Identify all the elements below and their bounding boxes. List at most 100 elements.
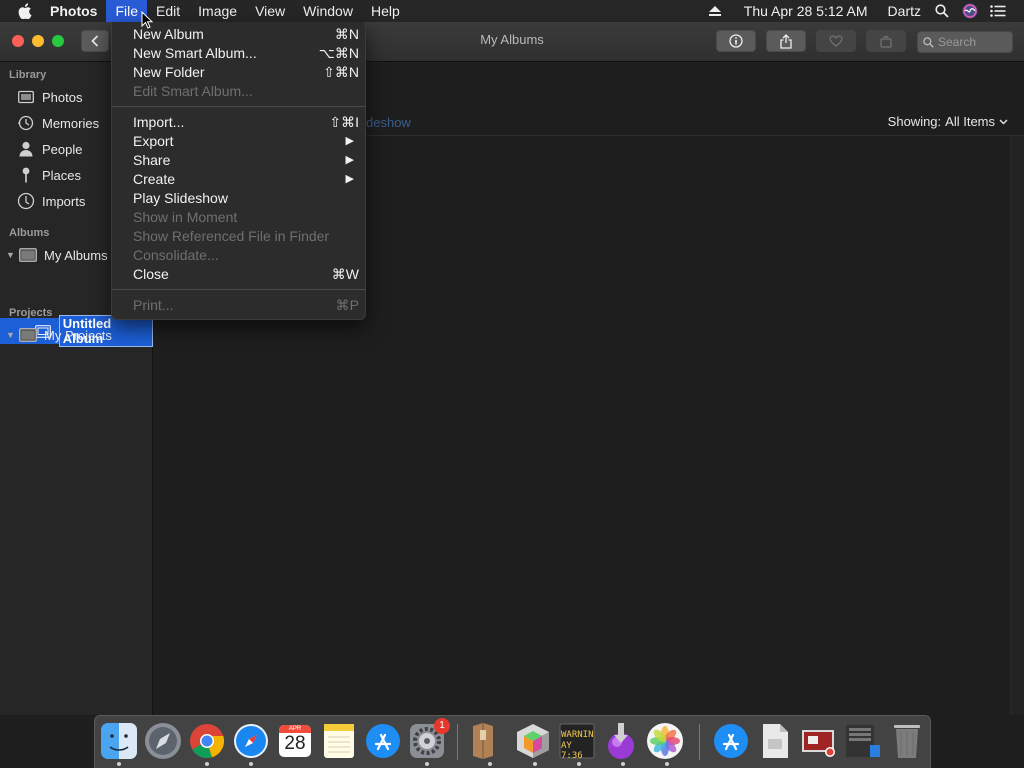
- menu-item-new-smart-album[interactable]: New Smart Album... ⌥⌘N: [112, 44, 365, 63]
- search-input[interactable]: [938, 35, 1008, 49]
- apple-menu[interactable]: [0, 0, 44, 22]
- dock-system-preferences[interactable]: 1: [407, 718, 450, 761]
- menu-separator: [112, 289, 365, 290]
- eject-icon[interactable]: [701, 0, 729, 22]
- menu-help[interactable]: Help: [362, 0, 409, 22]
- menu-item-shortcut: ⇧⌘I: [329, 114, 359, 130]
- showing-label: Showing:: [887, 114, 942, 129]
- notes-icon: [324, 724, 354, 758]
- dock-app-store-downloads[interactable]: [711, 721, 751, 761]
- menu-item-close[interactable]: Close ⌘W: [112, 265, 365, 284]
- running-indicator: [488, 762, 492, 766]
- albums-header: Albums: [9, 227, 50, 239]
- file-menu-dropdown: New Album ⌘N New Smart Album... ⌥⌘N New …: [111, 22, 366, 320]
- dock-photos-import[interactable]: [601, 721, 641, 761]
- sidebar-item-label: Photos: [42, 89, 83, 105]
- dock-console[interactable]: WARNIN AY 7:36: [557, 721, 597, 761]
- disclosure-triangle-icon[interactable]: ▼: [6, 330, 16, 340]
- folder-icon: [18, 325, 38, 345]
- dock-downloads-stack[interactable]: [843, 721, 883, 761]
- menu-item-share[interactable]: Share ▶: [112, 151, 365, 170]
- menu-item-label: Export: [133, 133, 174, 149]
- launchpad-icon: [145, 723, 181, 759]
- menu-item-import[interactable]: Import... ⇧⌘I: [112, 113, 365, 132]
- mouse-cursor-icon: [141, 11, 153, 29]
- scrollbar-track[interactable]: [1010, 136, 1024, 715]
- calendar-month: APR: [288, 726, 302, 732]
- menu-item-label: Share: [133, 152, 171, 168]
- showing-filter[interactable]: Showing: All Items: [888, 114, 1008, 129]
- sidebar-item-label: My Projects: [44, 327, 112, 343]
- menu-item-create[interactable]: Create ▶: [112, 170, 365, 189]
- dock-app-store[interactable]: [363, 721, 403, 761]
- screenshot-stack-icon: [802, 730, 835, 757]
- submenu-arrow-icon: ▶: [345, 173, 354, 185]
- menu-separator: [112, 106, 365, 107]
- menu-image[interactable]: Image: [189, 0, 246, 22]
- people-icon: [16, 139, 36, 159]
- notification-badge: 1: [434, 718, 450, 734]
- menu-edit[interactable]: Edit: [147, 0, 189, 22]
- menubar-clock[interactable]: Thu Apr 28 5:12 AM: [737, 0, 875, 22]
- favorite-button[interactable]: [816, 30, 856, 52]
- menubar-user[interactable]: Dartz: [881, 0, 928, 22]
- dock-archive-utility[interactable]: [463, 721, 503, 761]
- memories-icon: [16, 113, 36, 133]
- dock-notes[interactable]: [319, 721, 359, 761]
- running-indicator: [577, 762, 581, 766]
- menu-bar: Photos File Edit Image View Window Help …: [0, 0, 1024, 22]
- dock-safari[interactable]: [231, 721, 271, 761]
- menu-item-label: Show Referenced File in Finder: [133, 228, 330, 244]
- showing-value[interactable]: All Items: [945, 114, 995, 129]
- menu-window[interactable]: Window: [294, 0, 362, 22]
- photos-flower-icon: [647, 723, 683, 759]
- spotlight-search-icon[interactable]: [928, 0, 956, 22]
- siri-icon[interactable]: [956, 0, 984, 22]
- sidebar-item-label: People: [42, 141, 83, 157]
- minimize-window-button[interactable]: [32, 35, 44, 47]
- dock: APR 28 1 WARNIN AY 7:36: [94, 715, 931, 768]
- dock-separator: [457, 724, 458, 760]
- menu-item-label: Edit Smart Album...: [133, 83, 253, 99]
- folder-stack-icon: [846, 725, 880, 757]
- zoom-window-button[interactable]: [52, 35, 64, 47]
- app-menu-photos[interactable]: Photos: [44, 0, 106, 22]
- menu-item-play-slideshow[interactable]: Play Slideshow: [112, 189, 365, 208]
- dock-trash[interactable]: [887, 721, 927, 761]
- menu-item-shortcut: ⌥⌘N: [318, 45, 359, 61]
- photos-icon: [16, 87, 36, 107]
- menu-item-show-referenced-file: Show Referenced File in Finder: [112, 227, 365, 246]
- dock-finder[interactable]: [99, 721, 139, 761]
- library-header: Library: [9, 69, 47, 81]
- close-window-button[interactable]: [12, 35, 24, 47]
- dock-screenshot-stack[interactable]: [799, 721, 839, 761]
- menu-item-shortcut: ⌘W: [331, 266, 359, 282]
- menu-item-new-folder[interactable]: New Folder ⇧⌘N: [112, 63, 365, 82]
- dock-chrome[interactable]: [187, 721, 227, 761]
- dock-document[interactable]: [755, 721, 795, 761]
- safari-icon: [234, 724, 268, 758]
- menu-item-label: New Folder: [133, 64, 205, 80]
- menu-view[interactable]: View: [246, 0, 294, 22]
- search-icon: [923, 36, 934, 48]
- dock-color-sync[interactable]: [513, 721, 553, 761]
- sidebar-item-my-projects[interactable]: ▼ My Projects: [0, 322, 153, 348]
- dock-separator: [699, 724, 700, 760]
- sidebar-item-label: Places: [42, 167, 82, 183]
- running-indicator: [117, 762, 121, 766]
- info-button[interactable]: [716, 30, 756, 52]
- dock-calendar[interactable]: APR 28: [275, 721, 315, 761]
- notification-center-icon[interactable]: [984, 0, 1012, 22]
- search-field[interactable]: [917, 31, 1013, 53]
- dock-launchpad[interactable]: [143, 721, 183, 761]
- share-button[interactable]: [766, 30, 806, 52]
- color-cube-icon: [517, 724, 549, 758]
- menu-item-label: New Smart Album...: [133, 45, 257, 61]
- dock-photos[interactable]: [645, 721, 685, 761]
- menu-item-export[interactable]: Export ▶: [112, 132, 365, 151]
- back-button[interactable]: [81, 30, 109, 52]
- running-indicator: [205, 762, 209, 766]
- slideshow-link[interactable]: deshow: [366, 115, 411, 130]
- disclosure-triangle-icon[interactable]: ▼: [6, 250, 16, 260]
- rotate-button[interactable]: [866, 30, 906, 52]
